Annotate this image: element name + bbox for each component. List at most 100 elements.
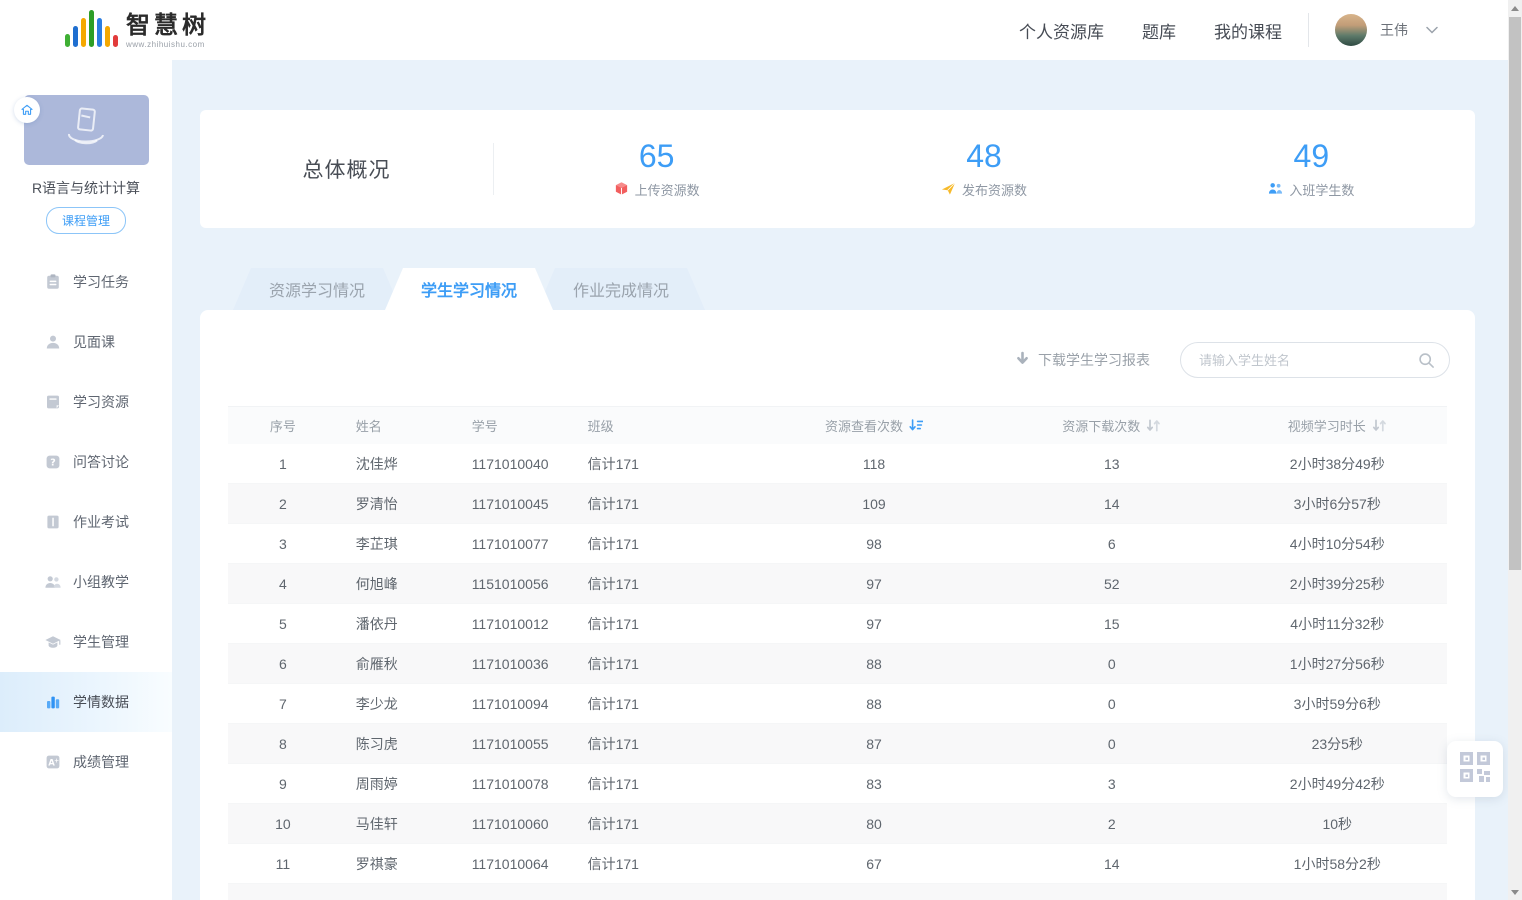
zhihuishu-logo[interactable]: 智慧树 www.zhihuishu.com xyxy=(65,11,210,49)
cell-video-duration: 3小时6分57秒 xyxy=(1228,494,1447,514)
stat-value: 48 xyxy=(820,139,1147,174)
scrollbar-up-arrow[interactable] xyxy=(1508,0,1522,16)
course-manage-button[interactable]: 课程管理 xyxy=(46,207,126,234)
course-name: R语言与统计计算 xyxy=(0,178,172,198)
students-icon xyxy=(1268,181,1283,199)
main-content: 总体概况 65 上传资源数 48 发布资源数 xyxy=(172,60,1508,900)
cell-index: 5 xyxy=(228,616,338,632)
sidebar-item-qa-discussion[interactable]: ? 问答讨论 xyxy=(0,432,172,492)
cell-student-id: 1151010056 xyxy=(466,576,588,592)
table-row[interactable]: 3 李芷琪 1171010077 信计171 98 6 4小时10分54秒 xyxy=(228,524,1447,564)
sidebar-item-learning-resources[interactable]: 学习资源 xyxy=(0,372,172,432)
cell-video-duration: 2小时38分49秒 xyxy=(1228,454,1447,474)
sort-updown-icon[interactable] xyxy=(1372,419,1387,432)
cell-class: 信计171 xyxy=(588,614,753,634)
col-header-resource-views[interactable]: 资源查看次数 xyxy=(825,416,923,435)
tab-student-learning[interactable]: 学生学习情况 xyxy=(385,268,553,310)
cell-index: 8 xyxy=(228,736,338,752)
cell-video-duration: 1小时27分56秒 xyxy=(1228,654,1447,674)
col-header-video-duration[interactable]: 视频学习时长 xyxy=(1288,416,1387,435)
qr-code-icon xyxy=(1458,750,1492,789)
table-row[interactable]: 11 罗祺豪 1171010064 信计171 67 14 1小时58分2秒 xyxy=(228,844,1447,884)
sidebar-item-grade-management[interactable]: A+ 成绩管理 xyxy=(0,732,172,792)
table-row[interactable]: 7 李少龙 1171010094 信计171 88 0 3小时59分6秒 xyxy=(228,684,1447,724)
table-row[interactable] xyxy=(228,884,1447,900)
stat-label: 上传资源数 xyxy=(635,180,700,199)
vertical-scrollbar[interactable] xyxy=(1508,0,1522,900)
scrollbar-thumb[interactable] xyxy=(1509,17,1521,570)
sidebar-item-student-management[interactable]: 学生管理 xyxy=(0,612,172,672)
table-row[interactable]: 1 沈佳烨 1171010040 信计171 118 13 2小时38分49秒 xyxy=(228,444,1447,484)
sort-updown-icon[interactable] xyxy=(1146,419,1161,432)
cell-name: 罗清怡 xyxy=(338,494,466,514)
stat-enrolled-students: 49 入班学生数 xyxy=(1148,139,1475,199)
search-input[interactable] xyxy=(1199,353,1418,368)
top-nav: 个人资源库 题库 我的课程 xyxy=(1019,18,1282,43)
table-row[interactable]: 6 俞雁秋 1171010036 信计171 88 0 1小时27分56秒 xyxy=(228,644,1447,684)
sidebar-item-label: 成绩管理 xyxy=(73,752,129,772)
sidebar-item-group-teaching[interactable]: 小组教学 xyxy=(0,552,172,612)
download-arrow-icon xyxy=(1015,351,1030,370)
tab-homework-completion[interactable]: 作业完成情况 xyxy=(537,268,705,310)
cell-class: 信计171 xyxy=(588,494,753,514)
cell-index: 7 xyxy=(228,696,338,712)
cell-student-id: 1171010077 xyxy=(466,536,588,552)
table-row[interactable]: 9 周雨婷 1171010078 信计171 83 3 2小时49分42秒 xyxy=(228,764,1447,804)
avatar[interactable] xyxy=(1335,14,1367,46)
sidebar-item-label: 见面课 xyxy=(73,332,115,352)
table-row[interactable]: 4 何旭峰 1151010056 信计171 97 52 2小时39分25秒 xyxy=(228,564,1447,604)
cell-video-duration: 23分5秒 xyxy=(1228,734,1447,754)
cell-class: 信计171 xyxy=(588,694,753,714)
sort-descending-active-icon[interactable] xyxy=(909,419,923,432)
cell-class: 信计171 xyxy=(588,534,753,554)
cell-resource-views: 88 xyxy=(752,696,996,712)
col-header-student-id: 学号 xyxy=(466,416,588,435)
cell-name: 陈习虎 xyxy=(338,734,466,754)
nav-item-question-bank[interactable]: 题库 xyxy=(1142,18,1176,43)
cell-name: 何旭峰 xyxy=(338,574,466,594)
table-row[interactable]: 5 潘依丹 1171010012 信计171 97 15 4小时11分32秒 xyxy=(228,604,1447,644)
scrollbar-down-arrow[interactable] xyxy=(1508,884,1522,900)
sidebar-item-learning-tasks[interactable]: 学习任务 xyxy=(0,252,172,312)
chevron-down-icon[interactable] xyxy=(1426,26,1438,34)
col-header-resource-downloads[interactable]: 资源下载次数 xyxy=(1062,416,1161,435)
tab-resource-learning[interactable]: 资源学习情况 xyxy=(233,268,401,310)
exam-book-icon xyxy=(44,513,62,531)
table-row[interactable]: 10 马佳轩 1171010060 信计171 80 2 10秒 xyxy=(228,804,1447,844)
question-icon: ? xyxy=(44,453,62,471)
course-cover[interactable] xyxy=(24,95,149,165)
home-icon[interactable] xyxy=(14,97,40,123)
cell-resource-views: 83 xyxy=(752,776,996,792)
cell-class: 信计171 xyxy=(588,654,753,674)
sidebar-item-learning-data[interactable]: 学情数据 xyxy=(0,672,172,732)
table-row[interactable]: 2 罗清怡 1171010045 信计171 109 14 3小时6分57秒 xyxy=(228,484,1447,524)
cell-resource-views: 80 xyxy=(752,816,996,832)
cell-name: 罗祺豪 xyxy=(338,854,466,874)
sidebar-item-homework-exam[interactable]: 作业考试 xyxy=(0,492,172,552)
cell-resource-downloads: 52 xyxy=(996,576,1228,592)
cell-resource-downloads: 14 xyxy=(996,856,1228,872)
group-icon xyxy=(44,573,62,591)
logo-bars-icon xyxy=(65,11,118,49)
nav-item-my-courses[interactable]: 我的课程 xyxy=(1214,18,1282,43)
sidebar-item-meeting-class[interactable]: 见面课 xyxy=(0,312,172,372)
qr-code-button[interactable] xyxy=(1447,741,1503,797)
cell-name: 周雨婷 xyxy=(338,774,466,794)
student-search-box xyxy=(1180,342,1450,378)
table-row[interactable]: 8 陈习虎 1171010055 信计171 87 0 23分5秒 xyxy=(228,724,1447,764)
stat-label: 发布资源数 xyxy=(962,180,1027,199)
nav-item-personal-resources[interactable]: 个人资源库 xyxy=(1019,18,1104,43)
cell-resource-downloads: 0 xyxy=(996,736,1228,752)
cell-video-duration: 4小时11分32秒 xyxy=(1228,614,1447,634)
download-report-link[interactable]: 下载学生学习报表 xyxy=(1015,350,1150,370)
search-icon[interactable] xyxy=(1418,352,1435,369)
overview-divider xyxy=(493,143,494,195)
cell-resource-views: 118 xyxy=(752,456,996,472)
side-menu: 学习任务 见面课 学习资源 ? 问答讨论 作业考试 xyxy=(0,252,172,792)
cell-student-id: 1171010040 xyxy=(466,456,588,472)
cell-index: 9 xyxy=(228,776,338,792)
col-header-index: 序号 xyxy=(228,416,338,435)
sidebar-item-label: 小组教学 xyxy=(73,572,129,592)
cell-name: 潘依丹 xyxy=(338,614,466,634)
user-menu[interactable]: 王伟 xyxy=(1335,14,1438,46)
